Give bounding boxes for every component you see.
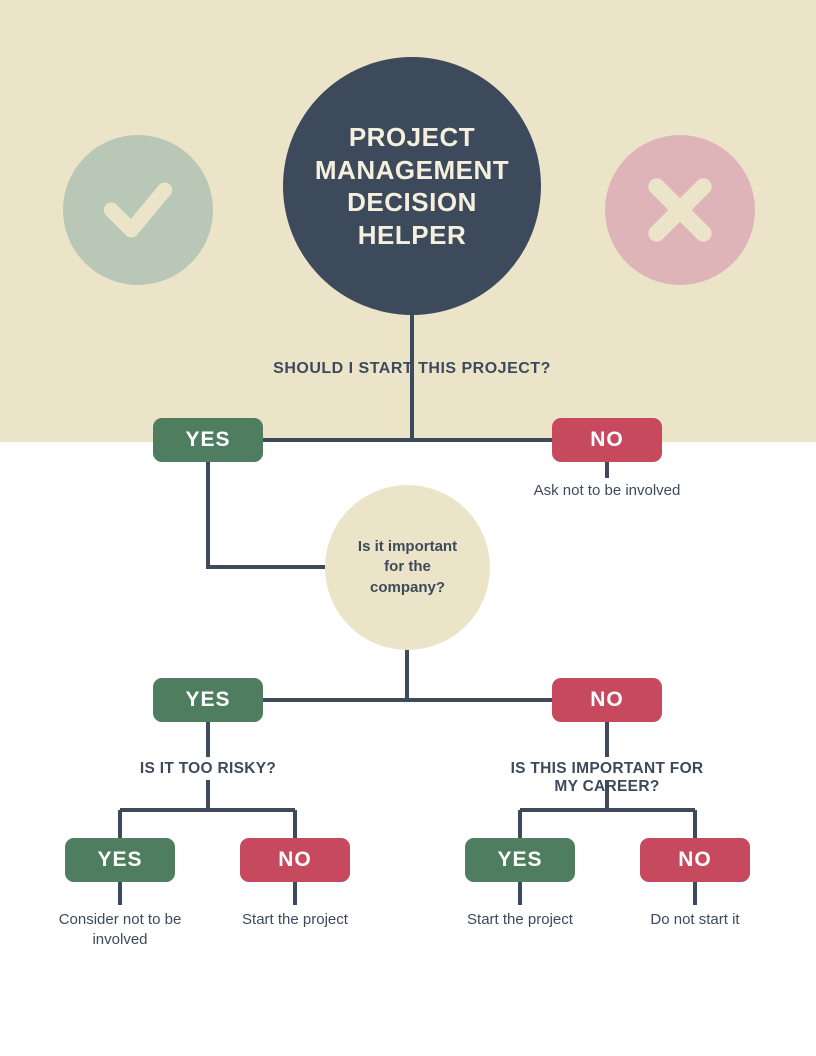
q3-left: IS IT TOO RISKY?: [140, 760, 276, 778]
title-text: PROJECT MANAGEMENT DECISION HELPER: [303, 121, 521, 251]
q3-right: IS THIS IMPORTANT FOR MY CAREER?: [503, 760, 712, 796]
q2-yes-pill: YES: [153, 678, 263, 722]
q3-right-yes-outcome: Start the project: [450, 910, 590, 930]
question-start: SHOULD I START THIS PROJECT?: [273, 360, 551, 378]
q3-left-yes-outcome: Consider not to be involved: [50, 910, 190, 949]
q1-no-pill: NO: [552, 418, 662, 462]
cross-icon: [605, 135, 755, 285]
q1-yes-pill: YES: [153, 418, 263, 462]
q3-left-no: NO: [240, 838, 350, 882]
check-icon: [63, 135, 213, 285]
q3-left-yes: YES: [65, 838, 175, 882]
q3-left-no-outcome: Start the project: [225, 910, 365, 930]
q3-right-no-outcome: Do not start it: [625, 910, 765, 930]
q3-right-yes: YES: [465, 838, 575, 882]
title-circle: PROJECT MANAGEMENT DECISION HELPER: [283, 57, 541, 315]
q2-circle: Is it important for the company?: [325, 485, 490, 650]
q1-no-outcome: Ask not to be involved: [532, 481, 682, 501]
q2-no-pill: NO: [552, 678, 662, 722]
q3-right-no: NO: [640, 838, 750, 882]
q2-text: Is it important for the company?: [347, 537, 468, 598]
